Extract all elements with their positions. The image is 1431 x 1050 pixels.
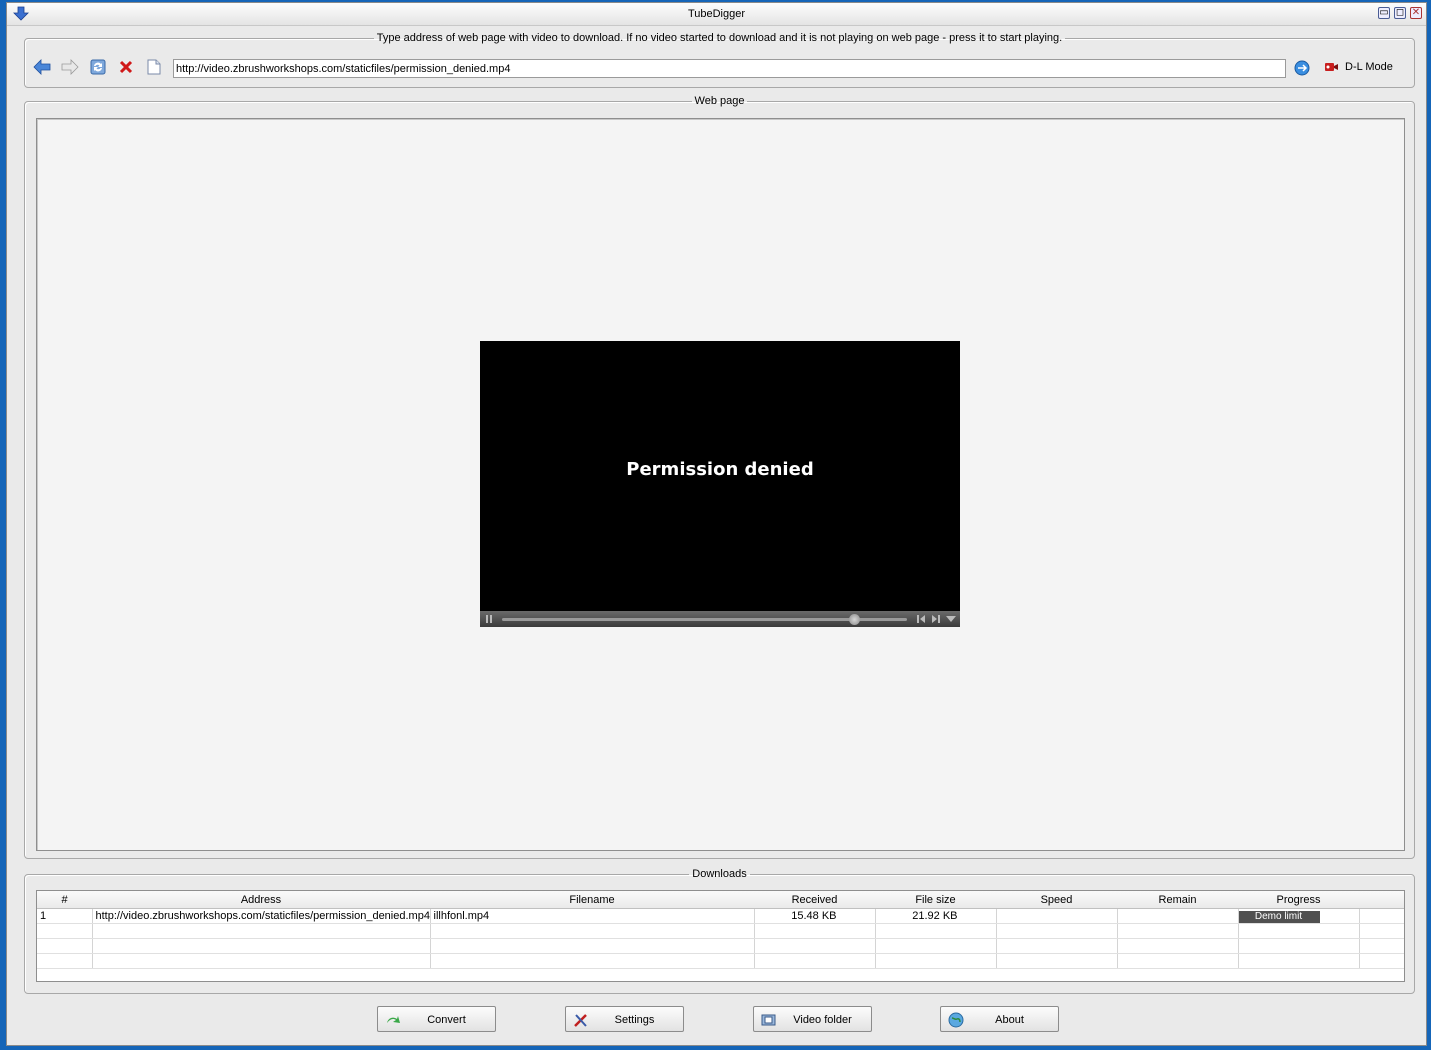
minimize-icon: ▭ [1379, 7, 1389, 18]
web-page-legend: Web page [694, 95, 745, 107]
url-input[interactable] [173, 59, 1286, 78]
forward-arrow-icon [61, 59, 79, 75]
column-header[interactable]: # [37, 891, 92, 909]
pause-icon [486, 615, 492, 623]
video-folder-button[interactable]: Video folder [753, 1006, 872, 1032]
step-back-icon [917, 615, 925, 623]
table-row [37, 953, 1404, 969]
about-button[interactable]: About [940, 1006, 1059, 1032]
video-folder-label: Video folder [793, 1014, 852, 1026]
cell-progress: Demo limit [1238, 908, 1360, 924]
close-button[interactable]: ✕ [1410, 7, 1422, 19]
go-button[interactable] [1294, 60, 1310, 76]
column-header-blank [1359, 891, 1404, 909]
table-row [37, 923, 1404, 939]
blank-page-icon [147, 59, 161, 75]
downloads-legend: Downloads [692, 868, 747, 880]
cell-address: http://video.zbrushworkshops.com/staticf… [92, 908, 431, 924]
seek-knob[interactable] [849, 614, 861, 625]
maximize-button[interactable]: ◻ [1394, 7, 1406, 19]
cell-remain [1117, 908, 1239, 924]
column-header[interactable]: Progress [1238, 891, 1359, 909]
dl-mode-label: D-L Mode [1345, 61, 1393, 73]
step-forward-icon [932, 615, 940, 623]
stop-x-icon [119, 60, 133, 74]
column-header[interactable]: Address [92, 891, 430, 909]
back-arrow-icon [33, 59, 51, 75]
table-row [37, 938, 1404, 954]
cell-speed [996, 908, 1118, 924]
refresh-icon [90, 59, 106, 75]
maximize-icon: ◻ [1395, 7, 1405, 18]
pause-button[interactable] [483, 613, 495, 625]
player-message: Permission denied [626, 459, 814, 480]
table-header-row: # Address Filename Received File size Sp… [37, 891, 1404, 909]
seek-bar[interactable] [502, 614, 907, 625]
cell-file-size: 21.92 KB [875, 908, 997, 924]
window-title: TubeDigger [687, 8, 746, 20]
progress-badge: Demo limit [1238, 910, 1320, 923]
column-header[interactable]: Filename [430, 891, 754, 909]
stop-button[interactable] [117, 58, 135, 76]
player-controls [480, 611, 960, 627]
downloads-group: Downloads # Address Filename Received Fi… [24, 868, 1415, 994]
globe-go-icon [1294, 60, 1310, 76]
close-icon: ✕ [1411, 7, 1421, 18]
downloads-table[interactable]: # Address Filename Received File size Sp… [36, 890, 1405, 982]
title-bar[interactable]: TubeDigger ▭ ◻ ✕ [7, 3, 1426, 26]
url-group: Type address of web page with video to d… [24, 32, 1415, 88]
step-forward-button[interactable] [930, 613, 942, 625]
app-window: TubeDigger ▭ ◻ ✕ Type address of web pag… [6, 2, 1427, 1046]
player-menu-button[interactable] [945, 613, 957, 625]
url-group-legend: Type address of web page with video to d… [376, 32, 1063, 44]
column-header[interactable]: Speed [996, 891, 1117, 909]
cell-index: 1 [37, 908, 93, 924]
dropdown-triangle-icon [946, 616, 956, 622]
forward-button[interactable] [61, 58, 79, 76]
cell-blank [1359, 908, 1404, 924]
column-header[interactable]: Received [754, 891, 875, 909]
web-view[interactable]: Permission denied [36, 118, 1405, 851]
column-header[interactable]: Remain [1117, 891, 1238, 909]
cell-received: 15.48 KB [754, 908, 876, 924]
step-back-button[interactable] [915, 613, 927, 625]
about-label: About [995, 1014, 1024, 1026]
convert-button[interactable]: Convert [377, 1006, 496, 1032]
video-player[interactable]: Permission denied [480, 341, 960, 627]
cell-filename: illhfonl.mp4 [430, 908, 755, 924]
table-row[interactable]: 1 http://video.zbrushworkshops.com/stati… [37, 908, 1404, 924]
minimize-button[interactable]: ▭ [1378, 7, 1390, 19]
record-camera-icon [1325, 63, 1338, 71]
web-page-group: Web page Permission denied [24, 95, 1415, 859]
column-header[interactable]: File size [875, 891, 996, 909]
dl-mode-toggle[interactable]: D-L Mode [1323, 59, 1393, 75]
settings-label: Settings [614, 1014, 655, 1026]
page-button[interactable] [145, 58, 163, 76]
convert-label: Convert [427, 1014, 466, 1026]
settings-button[interactable]: Settings [565, 1006, 684, 1032]
back-button[interactable] [33, 58, 51, 76]
refresh-button[interactable] [89, 58, 107, 76]
